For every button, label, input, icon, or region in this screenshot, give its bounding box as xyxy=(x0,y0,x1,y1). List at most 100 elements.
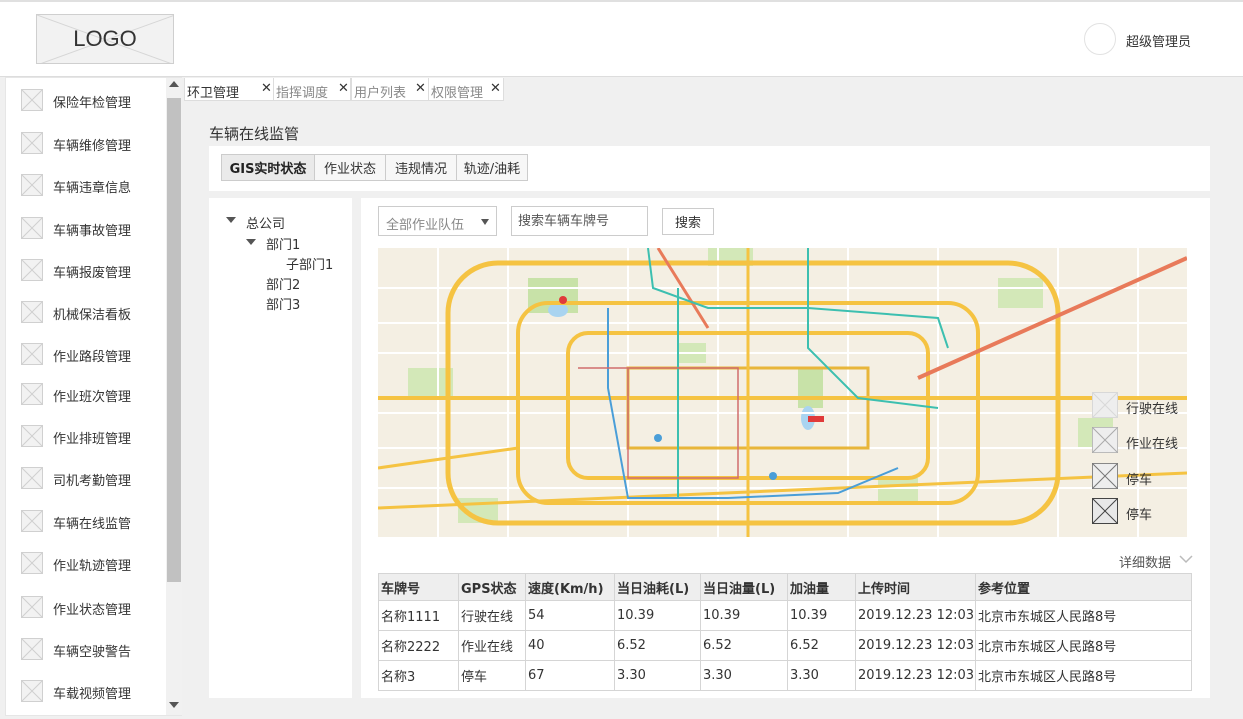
placeholder-icon xyxy=(21,467,43,489)
plate-search-input[interactable] xyxy=(511,206,648,236)
search-button[interactable]: 搜索 xyxy=(662,208,714,235)
column-header[interactable]: 上传时间 xyxy=(855,573,976,601)
close-icon[interactable]: ✕ xyxy=(261,81,272,96)
tree-node-root[interactable]: 总公司 xyxy=(246,213,285,232)
tab-label: 权限管理 xyxy=(431,86,484,101)
legend-parked[interactable]: 停车 xyxy=(1092,463,1192,489)
placeholder-icon xyxy=(21,259,43,281)
table-cell: 10.39 xyxy=(614,600,701,631)
park-area xyxy=(878,478,918,503)
detail-data-label: 详细数据 xyxy=(1119,556,1172,571)
tree-node-dept3[interactable]: 部门3 xyxy=(266,294,300,313)
sidebar-item-online-monitor[interactable]: 车辆在线监管 xyxy=(6,510,166,532)
column-header[interactable]: GPS状态 xyxy=(458,573,526,601)
sidebar-item-cleaning-board[interactable]: 机械保洁看板 xyxy=(6,301,166,323)
tab-permissions[interactable]: 权限管理 ✕ xyxy=(428,78,504,101)
sidebar-scrollbar[interactable] xyxy=(166,78,182,715)
placeholder-icon xyxy=(1092,392,1118,418)
map-marker xyxy=(808,416,824,422)
placeholder-icon xyxy=(1092,463,1118,489)
sidebar-item-accident[interactable]: 车辆事故管理 xyxy=(6,217,166,239)
subtab-work-status[interactable]: 作业状态 xyxy=(314,154,386,181)
column-header[interactable]: 速度(Km/h) xyxy=(525,573,615,601)
map-image xyxy=(378,248,1187,537)
table-cell: 54 xyxy=(525,600,615,631)
expand-arrow-icon[interactable] xyxy=(246,239,256,245)
table-cell: 3.30 xyxy=(700,660,788,691)
username-label[interactable]: 超级管理员 xyxy=(1126,31,1191,50)
column-header[interactable]: 加油量 xyxy=(787,573,856,601)
lake-area xyxy=(548,303,568,317)
table-row[interactable]: 名称2222 作业在线 40 6.52 6.52 6.52 2019.12.23… xyxy=(378,630,1192,661)
sidebar-item-work-status[interactable]: 作业状态管理 xyxy=(6,596,166,618)
vehicle-table: 车牌号 GPS状态 速度(Km/h) 当日油耗(L) 当日油量(L) 加油量 上… xyxy=(378,573,1192,691)
scroll-up-arrow-icon[interactable] xyxy=(169,81,179,87)
tree-node-dept2[interactable]: 部门2 xyxy=(266,274,300,293)
subtab-violations[interactable]: 违规情况 xyxy=(385,154,457,181)
park-area xyxy=(798,368,823,408)
table-cell: 作业在线 xyxy=(458,630,526,661)
subtab-gis-realtime[interactable]: GIS实时状态 xyxy=(221,154,315,181)
detail-data-toggle[interactable]: 详细数据 xyxy=(1119,552,1197,571)
sidebar-item-repair[interactable]: 车辆维修管理 xyxy=(6,132,166,154)
close-icon[interactable]: ✕ xyxy=(415,81,426,96)
legend-working-online[interactable]: 作业在线 xyxy=(1092,427,1192,453)
placeholder-icon xyxy=(21,343,43,365)
legend-driving-online[interactable]: 行驶在线 xyxy=(1092,392,1192,418)
table-row[interactable]: 名称1111 行驶在线 54 10.39 10.39 10.39 2019.12… xyxy=(378,600,1192,631)
column-header[interactable]: 参考位置 xyxy=(975,573,1192,601)
table-cell: 2019.12.23 12:03 xyxy=(855,660,976,691)
subtab-trajectory-fuel[interactable]: 轨迹/油耗 xyxy=(456,154,528,181)
tab-user-list[interactable]: 用户列表 ✕ xyxy=(351,78,429,101)
sidebar-item-label: 车辆在线监管 xyxy=(53,517,132,532)
avatar[interactable] xyxy=(1084,23,1116,55)
placeholder-icon xyxy=(21,425,43,447)
sidebar-item-trajectory[interactable]: 作业轨迹管理 xyxy=(6,552,166,574)
placeholder-icon xyxy=(1092,498,1118,524)
city-map[interactable] xyxy=(378,248,1187,537)
chevron-down-icon xyxy=(1179,555,1193,564)
table-cell: 停车 xyxy=(458,660,526,691)
tab-sanitation[interactable]: 环卫管理 ✕ xyxy=(184,78,274,101)
column-header[interactable]: 车牌号 xyxy=(378,573,459,601)
tree-node-dept1[interactable]: 部门1 xyxy=(266,234,300,253)
sidebar-item-insurance[interactable]: 保险年检管理 xyxy=(6,89,166,111)
close-icon[interactable]: ✕ xyxy=(338,81,349,96)
station-marker xyxy=(654,434,662,442)
table-cell: 名称3 xyxy=(378,660,459,691)
sidebar-item-attendance[interactable]: 司机考勤管理 xyxy=(6,467,166,489)
sidebar-item-road-section[interactable]: 作业路段管理 xyxy=(6,343,166,365)
table-cell: 北京市东城区人民路8号 xyxy=(975,660,1192,691)
tab-dispatch[interactable]: 指挥调度 ✕ xyxy=(273,78,351,101)
sidebar-item-label: 作业轨迹管理 xyxy=(53,559,132,574)
table-cell: 40 xyxy=(525,630,615,661)
sidebar-item-video[interactable]: 车载视频管理 xyxy=(6,680,166,702)
expand-arrow-icon[interactable] xyxy=(226,217,236,223)
station-marker xyxy=(769,472,777,480)
sidebar-item-label: 保险年检管理 xyxy=(53,96,132,111)
logo: LOGO xyxy=(36,14,174,64)
placeholder-icon xyxy=(21,680,43,702)
column-header[interactable]: 当日油量(L) xyxy=(700,573,788,601)
scroll-down-arrow-icon[interactable] xyxy=(169,702,179,708)
sidebar: 保险年检管理 车辆维修管理 车辆违章信息 车辆事故管理 车辆报废管理 机械保洁看… xyxy=(5,77,182,716)
legend-label: 停车 xyxy=(1126,508,1153,523)
team-select[interactable]: 全部作业队伍 xyxy=(378,206,497,236)
table-cell: 北京市东城区人民路8号 xyxy=(975,630,1192,661)
close-icon[interactable]: ✕ xyxy=(490,81,501,96)
sidebar-item-scrap[interactable]: 车辆报废管理 xyxy=(6,259,166,281)
sidebar-item-idle-warning[interactable]: 车辆空驶警告 xyxy=(6,638,166,660)
sidebar-item-shift[interactable]: 作业班次管理 xyxy=(6,383,166,405)
tree-node-sub1[interactable]: 子部门1 xyxy=(286,254,333,273)
legend-parked-alt[interactable]: 停车 xyxy=(1092,498,1192,524)
sidebar-item-schedule[interactable]: 作业排班管理 xyxy=(6,425,166,447)
table-cell: 行驶在线 xyxy=(458,600,526,631)
placeholder-icon xyxy=(21,174,43,196)
scrollbar-thumb[interactable] xyxy=(167,98,181,582)
sidebar-item-violation[interactable]: 车辆违章信息 xyxy=(6,174,166,196)
sidebar-item-label: 车辆报废管理 xyxy=(53,266,132,281)
table-cell: 名称2222 xyxy=(378,630,459,661)
tab-label: 指挥调度 xyxy=(276,86,329,101)
table-row[interactable]: 名称3 停车 67 3.30 3.30 3.30 2019.12.23 12:0… xyxy=(378,660,1192,691)
column-header[interactable]: 当日油耗(L) xyxy=(614,573,701,601)
